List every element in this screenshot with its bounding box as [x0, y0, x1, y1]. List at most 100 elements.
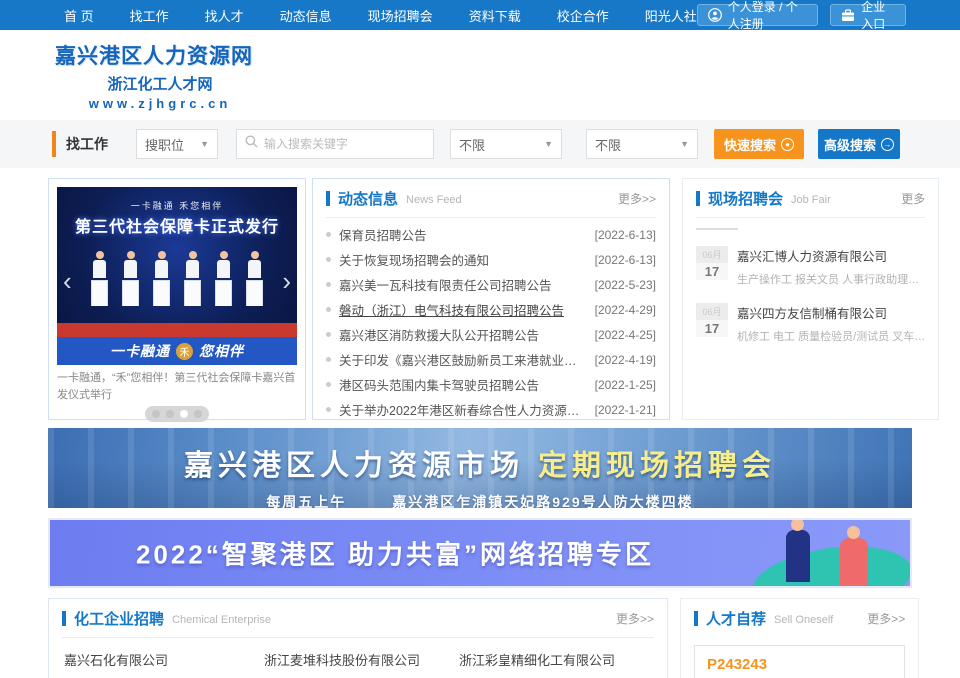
job-fair-panel: 现场招聘会 Job Fair 更多 06月 17 嘉兴汇博人力资源有限公司 生产…	[682, 178, 939, 420]
news-item[interactable]: 关于印发《嘉兴港区鼓励新员工来港就业补助操作… [2022-4-19]	[326, 347, 656, 372]
talent-more-link[interactable]: 更多>>	[867, 610, 905, 627]
keyword-search-input[interactable]	[264, 137, 425, 151]
talent-card[interactable]: P243243 男 ｜ 嘉兴市→嘉兴港区 ｜ 八年以上	[694, 645, 905, 678]
quick-search-button[interactable]: 快速搜索 ●	[714, 129, 804, 159]
bullet-icon	[326, 357, 331, 362]
nav-item-downloads[interactable]: 资料下载	[469, 6, 521, 25]
company-cell: 浙江麦堆科技股份有限公司 销售专员 会计 土建主管	[264, 650, 459, 678]
person-figure	[184, 251, 201, 306]
nav-item-find-talent[interactable]: 找人才	[205, 6, 244, 25]
news-item[interactable]: 保育员招聘公告 [2022-6-13]	[326, 222, 656, 247]
news-item[interactable]: 关于举办2022年港区新春综合性人力资源暨春风… [2022-1-21]	[326, 397, 656, 422]
nav-item-news[interactable]: 动态信息	[280, 6, 332, 25]
top-navbar: 首 页 找工作 找人才 动态信息 现场招聘会 资料下载 校企合作 阳光人社 个人…	[0, 0, 960, 30]
site-header: 嘉兴港区人力资源网 浙江化工人才网 www.zjhgrc.cn	[0, 30, 960, 120]
person-figure	[840, 538, 868, 586]
talent-panel-header: 人才自荐 Sell Oneself 更多>>	[694, 599, 905, 637]
slide-bottom-banner: 一卡融通 禾 您相伴	[57, 337, 297, 365]
banner1-address: 嘉兴港区乍浦镇天妃路929号人防大楼四楼	[392, 494, 693, 508]
news-carousel: 一卡融通 禾您相伴 第三代社会保障卡正式发行 一卡融通 禾 您相伴 ‹ › 一卡…	[48, 178, 306, 420]
bottom-content-row: 化工企业招聘 Chemical Enterprise 更多>> 嘉兴石化有限公司…	[48, 598, 912, 678]
slide-banner-right: 您相伴	[199, 341, 244, 361]
news-item[interactable]: 港区码头范围内集卡驾驶员招聘公告 [2022-1-25]	[326, 372, 656, 397]
carousel-dot[interactable]	[152, 410, 160, 418]
job-fair-header: 现场招聘会 Job Fair 更多	[696, 179, 925, 217]
nav-item-job-fair[interactable]: 现场招聘会	[368, 6, 433, 25]
nav-item-home[interactable]: 首 页	[64, 6, 94, 25]
filter-select-2[interactable]: 不限 ▼	[586, 129, 698, 159]
advanced-search-button[interactable]: 高级搜索 →	[818, 129, 900, 159]
nav-item-school-cooperation[interactable]: 校企合作	[557, 6, 609, 25]
filter-select-1[interactable]: 不限 ▼	[450, 129, 562, 159]
bullet-icon	[326, 232, 331, 237]
carousel-slide[interactable]: 一卡融通 禾您相伴 第三代社会保障卡正式发行 一卡融通 禾 您相伴 ‹ ›	[57, 187, 297, 365]
news-item-date: [2022-6-13]	[595, 228, 656, 242]
job-fair-ad-banner[interactable]: 嘉兴港区人力资源市场定期现场招聘会 每周五上午 嘉兴港区乍浦镇天妃路929号人防大…	[48, 428, 912, 508]
carousel-dot[interactable]	[194, 410, 202, 418]
date-badge-day: 17	[696, 320, 728, 337]
teal-blob-shape	[748, 537, 912, 588]
company-name-link[interactable]: 嘉兴石化有限公司	[64, 650, 264, 669]
filter-select-1-value: 不限	[459, 135, 485, 154]
news-item-date: [2022-1-21]	[595, 403, 656, 417]
news-item[interactable]: 关于恢复现场招聘会的通知 [2022-6-13]	[326, 247, 656, 272]
company-entry-label: 企业入口	[861, 0, 895, 32]
chemical-panel-subtitle: Chemical Enterprise	[172, 614, 271, 626]
chemical-panel-title: 化工企业招聘	[74, 608, 164, 629]
slide-banner-left: 一卡融通	[110, 341, 170, 361]
carousel-dot[interactable]	[166, 410, 174, 418]
news-item-title: 保育员招聘公告	[339, 225, 585, 244]
blue-accent-bar	[694, 611, 698, 626]
news-feed-panel: 动态信息 News Feed 更多>> 保育员招聘公告 [2022-6-13] …	[312, 178, 670, 420]
job-fair-item[interactable]: 06月 17 嘉兴汇博人力资源有限公司 生产操作工 报关文员 人事行政助理…	[696, 246, 925, 287]
news-item-hovered[interactable]: 磐动（浙江）电气科技有限公司招聘公告 [2022-4-29]	[326, 297, 656, 322]
nav-item-sunshine-hr[interactable]: 阳光人社	[645, 6, 697, 25]
job-type-select[interactable]: 搜职位 ▼	[136, 129, 218, 159]
slide-stage-strip	[57, 323, 297, 337]
news-item-title: 关于举办2022年港区新春综合性人力资源暨春风…	[339, 400, 585, 419]
talent-panel: 人才自荐 Sell Oneself 更多>> P243243 男 ｜ 嘉兴市→嘉…	[680, 598, 919, 678]
job-fair-more-link[interactable]: 更多	[901, 190, 925, 207]
news-item-date: [2022-4-19]	[595, 353, 656, 367]
quick-search-icon: ●	[781, 138, 794, 151]
bullet-icon	[326, 382, 331, 387]
bullet-icon	[326, 407, 331, 412]
carousel-dot-active[interactable]	[180, 410, 188, 418]
news-item[interactable]: 嘉兴美一瓦科技有限责任公司招聘公告 [2022-5-23]	[326, 272, 656, 297]
company-name-link[interactable]: 浙江彩皇精细化工有限公司	[459, 650, 652, 669]
personal-login-button[interactable]: 个人登录 / 个人注册	[697, 4, 819, 26]
short-divider	[696, 228, 738, 230]
carousel-prev-arrow-icon[interactable]: ‹	[63, 271, 72, 291]
carousel-next-arrow-icon[interactable]: ›	[282, 271, 291, 291]
person-figure	[786, 530, 810, 582]
slide-title: 第三代社会保障卡正式发行	[57, 213, 297, 237]
news-item[interactable]: 嘉兴港区消防救援大队公开招聘公告 [2022-4-25]	[326, 322, 656, 347]
job-fair-item[interactable]: 06月 17 嘉兴四方友信制桶有限公司 机修工 电工 质量检验员/测试员 叉车…	[696, 303, 925, 344]
banner1-schedule: 每周五上午	[266, 494, 346, 508]
banner1-title-white: 嘉兴港区人力资源市场	[184, 450, 524, 482]
company-name-link[interactable]: 浙江麦堆科技股份有限公司	[264, 650, 459, 669]
job-fair-item-info: 嘉兴汇博人力资源有限公司 生产操作工 报关文员 人事行政助理…	[737, 246, 919, 287]
banner2-title: 2022“智聚港区 助力共富”网络招聘专区	[50, 535, 740, 572]
news-more-link[interactable]: 更多>>	[618, 190, 656, 207]
divider	[326, 217, 656, 218]
nav-links: 首 页 找工作 找人才 动态信息 现场招聘会 资料下载 校企合作 阳光人社	[0, 6, 697, 25]
company-entry-button[interactable]: 企业入口	[830, 4, 906, 26]
chemical-more-link[interactable]: 更多>>	[616, 610, 654, 627]
person-figure	[91, 251, 108, 306]
carousel-caption[interactable]: 一卡融通，“禾”您相伴！第三代社会保障卡嘉兴首发仪式举行	[57, 370, 297, 403]
job-fair-positions: 机修工 电工 质量检验员/测试员 叉车…	[737, 328, 925, 344]
slide-tagline: 一卡融通 禾您相伴	[57, 199, 297, 212]
chevron-down-icon: ▼	[680, 139, 689, 149]
gold-seal-icon: 禾	[176, 343, 193, 360]
news-item-title: 嘉兴美一瓦科技有限责任公司招聘公告	[339, 275, 585, 294]
talent-panel-subtitle: Sell Oneself	[774, 614, 833, 626]
nav-item-find-job[interactable]: 找工作	[130, 6, 169, 25]
date-badge-day: 17	[696, 263, 728, 280]
online-recruitment-ad-banner[interactable]: 2022“智聚港区 助力共富”网络招聘专区	[48, 518, 912, 588]
logo-main-title: 嘉兴港区人力资源网	[55, 40, 265, 70]
site-logo[interactable]: 嘉兴港区人力资源网 浙江化工人才网 www.zjhgrc.cn	[55, 40, 265, 111]
job-fair-item-info: 嘉兴四方友信制桶有限公司 机修工 电工 质量检验员/测试员 叉车…	[737, 303, 925, 344]
banner1-title-yellow: 定期现场招聘会	[538, 450, 776, 482]
talent-panel-title: 人才自荐	[706, 608, 766, 629]
